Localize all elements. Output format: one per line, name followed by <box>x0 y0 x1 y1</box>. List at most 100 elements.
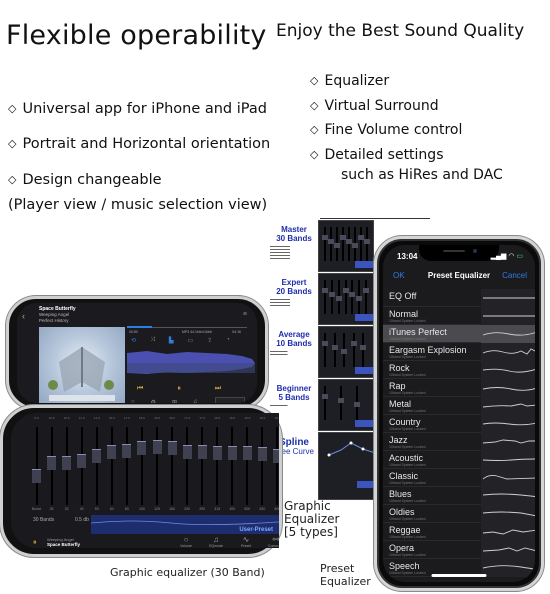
band-slider-knob[interactable] <box>47 455 57 470</box>
preset-row[interactable]: Jazz 10band System Locked <box>383 433 535 451</box>
band-slider-knob[interactable] <box>62 455 72 470</box>
band-slider-knob[interactable] <box>107 444 117 459</box>
menu-icon[interactable]: ≡ <box>243 311 247 318</box>
band-slider-track[interactable] <box>95 427 98 505</box>
shuffle-icon[interactable]: ⤨ <box>150 337 155 344</box>
preset-name: Jazz <box>389 435 408 445</box>
eq-curve-preview[interactable]: User-Preset <box>90 515 279 534</box>
preset-list: EQ Off Normal 10band System Locked iTunes P… <box>383 289 535 577</box>
preset-row[interactable]: Eargasm Explosion 10band System Locked <box>383 343 535 361</box>
share-icon[interactable]: ⇪ <box>207 337 212 344</box>
preset-row[interactable]: iTunes Perfect 10band System Locked <box>383 325 535 343</box>
band-slider-track[interactable] <box>246 427 249 505</box>
preset-curve <box>481 361 535 379</box>
band-label: 160 <box>169 507 175 511</box>
waveform[interactable] <box>127 345 257 381</box>
preset-name: User-Preset <box>239 527 273 533</box>
band-slider-track[interactable] <box>201 427 204 505</box>
band-label: 500 <box>244 507 251 511</box>
eq-type-expert: Expert 20 Bands ▬▬▬▬▬▬▬▬ ▬▬▬▬▬▬▬▬ ▬▬▬▬▬▬▬▬ <box>270 278 312 307</box>
band-slider-track[interactable] <box>171 427 174 505</box>
next-track-icon[interactable]: ⏭ <box>215 385 221 393</box>
band-slider-track[interactable] <box>125 427 128 505</box>
preset-phone: 13:04 ▂▄▆ ◠ ▭ OK Preset Equalizer Cancel… <box>374 236 544 591</box>
cancel-button[interactable]: Cancel <box>502 271 527 280</box>
toolbar-preset[interactable]: ∿ Preset <box>236 535 256 548</box>
settings-icon[interactable]: ⚙ <box>151 399 156 403</box>
band-slider-track[interactable] <box>276 427 279 505</box>
band-slider-knob[interactable] <box>272 448 279 463</box>
band-slider-knob[interactable] <box>242 446 252 461</box>
preset-row[interactable]: Opera 10band System Locked <box>383 541 535 559</box>
preset-curve <box>481 433 535 451</box>
preset-curve <box>481 325 535 343</box>
preset-row[interactable]: Acoustic 10band System Locked <box>383 451 535 469</box>
band-slider-knob[interactable] <box>152 439 162 454</box>
pause-icon[interactable]: ⏸ <box>33 539 37 547</box>
band-label: 630 <box>259 507 266 511</box>
preset-row[interactable]: Metal 10band System Locked <box>383 397 535 415</box>
grid-icon[interactable]: ⊞ <box>172 399 177 403</box>
preset-row[interactable]: Rock 10band System Locked <box>383 361 535 379</box>
band-slider-knob[interactable] <box>197 444 207 459</box>
toolbar-command[interactable]: ⚯Command <box>266 535 279 548</box>
preset-row[interactable]: Country 10band System Locked <box>383 415 535 433</box>
airplay-icon[interactable]: ▭ <box>187 337 193 344</box>
band-slider-track[interactable] <box>216 427 219 505</box>
band-slider-track[interactable] <box>231 427 234 505</box>
band-slider-track[interactable] <box>140 427 143 505</box>
band-slider-knob[interactable] <box>257 447 267 462</box>
preset-row[interactable]: Classic 10band System Locked <box>383 469 535 487</box>
preset-sublabel: 10band System Locked <box>389 409 426 413</box>
preset-row[interactable]: Normal 10band System Locked <box>383 307 535 325</box>
previous-track-icon[interactable]: ⏮ <box>137 385 143 393</box>
band-slider-knob[interactable] <box>32 468 42 483</box>
preset-row[interactable]: Oldies 10band System Locked <box>383 505 535 523</box>
command-icon: ⚯ <box>272 535 279 544</box>
preset-row[interactable]: EQ Off <box>383 289 535 307</box>
preset-sublabel: 10band System Locked <box>389 445 426 449</box>
band-slider-track[interactable] <box>156 427 158 505</box>
feature-design: ◇ Design changeable <box>8 172 162 188</box>
band-slider-track[interactable] <box>35 427 38 505</box>
preset-sublabel: 10band System Locked <box>389 355 426 359</box>
preset-curve <box>481 397 535 415</box>
preset-curve <box>481 307 535 325</box>
band-slider-knob[interactable] <box>92 449 102 464</box>
toolbar-eqmode[interactable]: ♫ EQmode <box>206 535 226 548</box>
timer-icon[interactable]: ◔ <box>226 337 230 344</box>
preset-sublabel: 10band System Locked <box>389 571 426 575</box>
preset-curve <box>481 289 535 307</box>
band-slider-knob[interactable] <box>167 441 177 456</box>
pause-icon[interactable]: ⏸ <box>177 385 181 393</box>
preset-name: Speech <box>389 561 420 571</box>
toolbar-volume[interactable]: ○ Volume <box>176 535 196 548</box>
diamond-bullet-icon: ◇ <box>310 74 319 87</box>
band-label: 40 <box>79 507 84 511</box>
band-slider-track[interactable] <box>261 427 264 505</box>
preset-preview[interactable]: iTunes Perfect <box>215 397 245 403</box>
band-slider-knob[interactable] <box>227 446 237 461</box>
band-slider-knob[interactable] <box>122 443 132 458</box>
preset-row[interactable]: Reggae 10band System Locked <box>383 523 535 541</box>
band-value: 11.0 <box>78 416 85 420</box>
preset-name: Normal <box>389 309 419 319</box>
toolbar-label: EQmode <box>209 544 223 548</box>
diamond-bullet-icon: ◇ <box>8 102 17 115</box>
preset-row[interactable]: Blues 10band System Locked <box>383 487 535 505</box>
music-note-icon[interactable]: ♫ <box>193 399 198 403</box>
band-slider-track[interactable] <box>186 427 189 505</box>
repeat-icon[interactable]: ⟲ <box>131 337 136 344</box>
band-value: 16.0 <box>244 416 251 420</box>
band-slider-knob[interactable] <box>77 453 87 468</box>
back-chevron-icon[interactable]: ‹ <box>22 311 25 321</box>
band-slider-track[interactable] <box>110 427 113 505</box>
eq-icon[interactable]: ▙ <box>169 337 174 344</box>
band-slider-knob[interactable] <box>182 444 192 459</box>
volume-icon[interactable]: ○ <box>131 399 135 403</box>
band-slider-knob[interactable] <box>137 441 147 456</box>
preset-sublabel: 10band System Locked <box>389 499 426 503</box>
preset-row[interactable]: Rap 10band System Locked <box>383 379 535 397</box>
preset-name: Metal <box>389 399 412 409</box>
band-slider-knob[interactable] <box>212 446 222 461</box>
